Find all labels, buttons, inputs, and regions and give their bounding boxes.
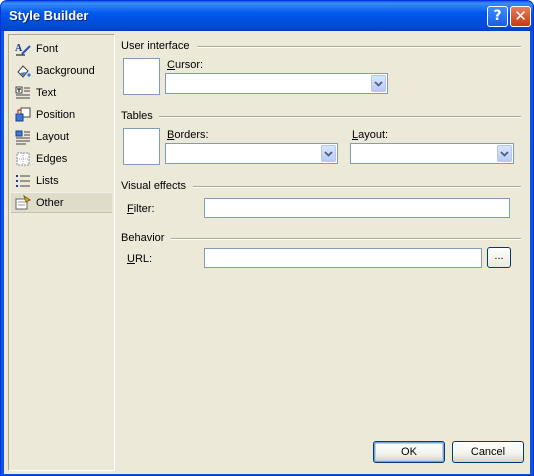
sidebar-item-label: Position (36, 108, 76, 121)
sidebar-item-label: Text (36, 86, 57, 99)
chevron-down-icon[interactable] (371, 75, 386, 92)
sidebar-item-label: Edges (36, 152, 68, 165)
svg-text:A: A (15, 43, 23, 54)
tables-divider (159, 116, 521, 118)
table-layout-select[interactable] (350, 143, 514, 164)
lists-icon (15, 173, 31, 189)
layout-icon (15, 129, 31, 145)
other-icon (15, 194, 31, 211)
sidebar-item-position[interactable]: Position (11, 104, 112, 125)
sidebar-item-label: Lists (36, 174, 59, 187)
edges-icon (15, 151, 31, 167)
url-input[interactable] (204, 248, 482, 268)
sidebar-item-other[interactable]: Other (11, 192, 112, 213)
ok-button[interactable]: OK (373, 441, 445, 463)
user-interface-heading: User interface (121, 40, 190, 52)
cursor-select[interactable] (165, 73, 388, 94)
text-icon (15, 85, 31, 101)
visual-effects-divider (193, 186, 521, 188)
font-icon: A (15, 41, 31, 57)
cursor-label: Cursor: (167, 59, 204, 71)
tables-preview (123, 128, 160, 165)
sidebar-item-lists[interactable]: Lists (11, 170, 112, 191)
borders-select[interactable] (165, 143, 338, 164)
behavior-heading: Behavior (121, 232, 165, 244)
table-layout-label: Layout: (352, 129, 389, 141)
sidebar-item-font[interactable]: A Font (11, 38, 112, 59)
sidebar-item-label: Font (36, 42, 59, 55)
cancel-button[interactable]: Cancel (452, 441, 524, 463)
chevron-down-icon[interactable] (321, 145, 336, 162)
sidebar-item-edges[interactable]: Edges (11, 148, 112, 169)
cursor-preview (123, 58, 160, 95)
dialog-body: A Font Background Text Position Layout E… (4, 31, 530, 474)
chevron-down-icon[interactable] (497, 145, 512, 162)
category-list: A Font Background Text Position Layout E… (8, 34, 115, 471)
filter-input[interactable] (204, 198, 510, 218)
sidebar-item-label: Other (36, 196, 64, 209)
window-title: Style Builder (9, 8, 89, 23)
visual-effects-heading: Visual effects (121, 180, 187, 192)
close-button[interactable]: ✕ (510, 6, 531, 27)
behavior-divider (171, 238, 521, 240)
browse-url-button[interactable]: ... (487, 247, 511, 268)
tables-heading: Tables (121, 110, 153, 122)
background-icon (15, 63, 31, 79)
title-bar[interactable]: Style Builder ? ✕ (1, 1, 533, 31)
url-label: URL: (127, 253, 153, 265)
user-interface-divider (197, 46, 521, 48)
sidebar-item-label: Layout (36, 130, 70, 143)
position-icon (15, 107, 31, 123)
sidebar-item-label: Background (36, 64, 95, 77)
filter-label: Filter: (127, 203, 155, 215)
borders-label: Borders: (167, 129, 209, 141)
sidebar-item-text[interactable]: Text (11, 82, 112, 103)
sidebar-item-layout[interactable]: Layout (11, 126, 112, 147)
help-button[interactable]: ? (487, 6, 508, 27)
sidebar-item-background[interactable]: Background (11, 60, 112, 81)
style-builder-window: Style Builder ? ✕ A Font Background Text… (0, 0, 534, 476)
